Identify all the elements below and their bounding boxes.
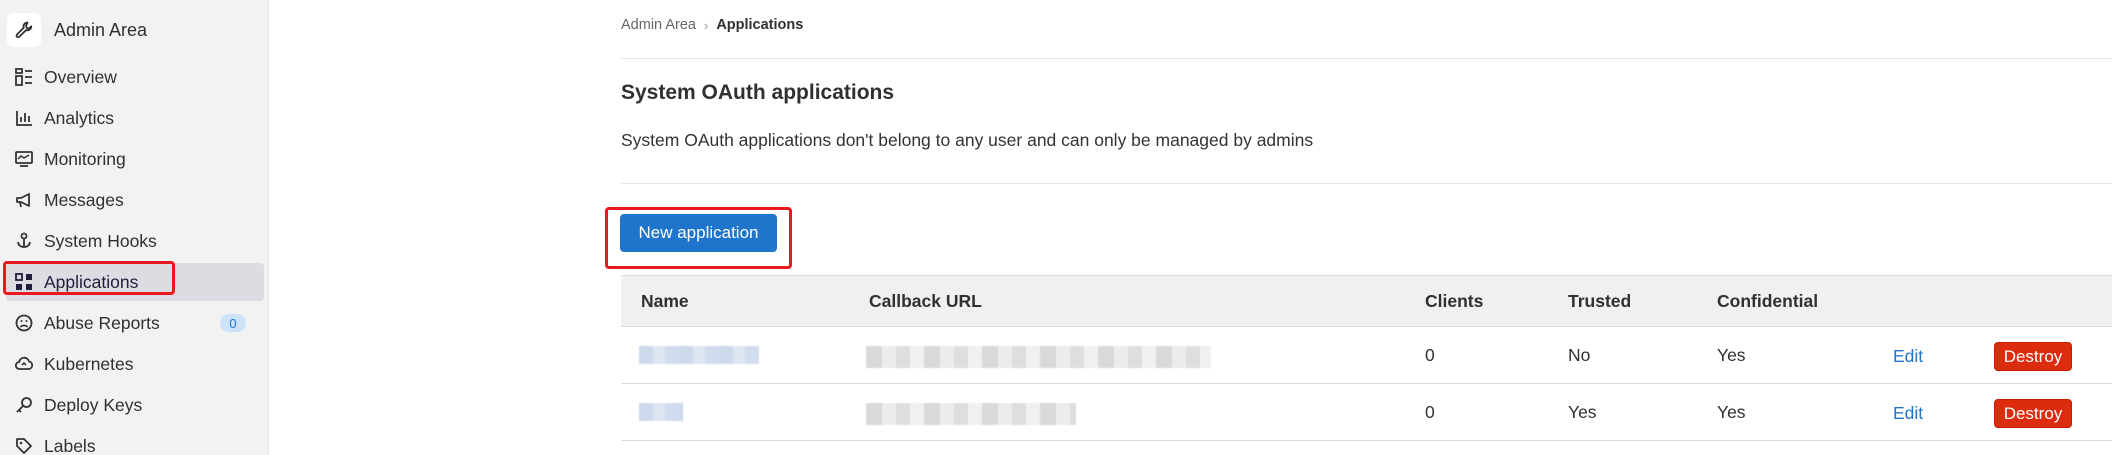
new-application-button[interactable]: New application	[620, 214, 777, 252]
breadcrumb-parent-link[interactable]: Admin Area	[621, 17, 696, 33]
sidebar-item-label: Applications	[44, 271, 139, 292]
sidebar-item-label: Monitoring	[44, 148, 126, 169]
sidebar-item-overview[interactable]: Overview	[6, 58, 264, 96]
abuse-icon	[14, 313, 34, 333]
edit-link[interactable]: Edit	[1893, 346, 1923, 367]
sidebar-item-label: Abuse Reports	[44, 312, 160, 333]
destroy-button[interactable]: Destroy	[1994, 399, 2072, 428]
megaphone-icon	[14, 190, 34, 210]
app-name-link[interactable]	[639, 346, 759, 364]
wrench-icon	[7, 13, 41, 47]
trusted-value: Yes	[1568, 402, 1597, 422]
sidebar-item-label: Labels	[44, 435, 96, 455]
sidebar-header[interactable]: Admin Area	[7, 10, 147, 50]
chevron-right-icon: ›	[703, 17, 709, 33]
confidential-value: Yes	[1717, 345, 1746, 365]
label-icon	[14, 436, 34, 455]
table-row: 0 No Yes Edit Destroy	[621, 327, 2112, 384]
callback-url	[866, 346, 1211, 368]
page-description: System OAuth applications don't belong t…	[621, 130, 1314, 150]
sidebar-title: Admin Area	[54, 19, 148, 40]
divider	[621, 183, 2112, 184]
table-header: Name Callback URL Clients Trusted Confid…	[621, 275, 2112, 327]
table-row: 0 Yes Yes Edit Destroy	[621, 384, 2112, 441]
sidebar-item-deploy-keys[interactable]: Deploy Keys	[6, 386, 264, 424]
key-icon	[14, 395, 34, 415]
column-header-name: Name	[641, 291, 689, 311]
sidebar-nav: Overview Analytics Monitoring Messages S…	[3, 58, 264, 455]
breadcrumb: Admin Area › Applications	[621, 17, 803, 33]
cloud-icon	[14, 354, 34, 374]
sidebar-item-applications[interactable]: Applications	[3, 261, 264, 301]
sidebar-item-label: Analytics	[44, 107, 115, 128]
sidebar-item-system-hooks[interactable]: System Hooks	[6, 222, 264, 260]
sidebar-item-abuse-reports[interactable]: Abuse Reports 0	[6, 304, 264, 342]
column-header-clients: Clients	[1425, 291, 1484, 311]
sidebar-item-label: Messages	[44, 189, 124, 210]
applications-table: Name Callback URL Clients Trusted Confid…	[621, 275, 2112, 441]
app-name-link[interactable]	[639, 403, 683, 421]
sidebar-item-analytics[interactable]: Analytics	[6, 99, 264, 137]
clients-count: 0	[1425, 402, 1435, 422]
column-header-confidential: Confidential	[1717, 291, 1819, 311]
callback-url	[866, 403, 1076, 425]
clients-count: 0	[1425, 345, 1435, 365]
sidebar-item-label: System Hooks	[44, 230, 157, 251]
destroy-button[interactable]: Destroy	[1994, 342, 2072, 371]
column-header-trusted: Trusted	[1568, 291, 1632, 311]
sidebar-item-messages[interactable]: Messages	[6, 181, 264, 219]
sidebar-item-label: Overview	[44, 66, 117, 87]
hook-icon	[14, 231, 34, 251]
breadcrumb-current: Applications	[716, 17, 804, 33]
main-content: Admin Area › Applications System OAuth a…	[270, 0, 2112, 455]
overview-icon	[14, 67, 34, 87]
trusted-value: No	[1568, 345, 1591, 365]
monitor-icon	[14, 149, 34, 169]
applications-icon	[14, 272, 34, 292]
analytics-icon	[14, 108, 34, 128]
confidential-value: Yes	[1717, 402, 1746, 422]
count-badge: 0	[220, 314, 246, 332]
sidebar-item-labels[interactable]: Labels	[6, 427, 264, 455]
edit-link[interactable]: Edit	[1893, 403, 1923, 424]
sidebar-item-label: Deploy Keys	[44, 394, 143, 415]
sidebar: Admin Area Overview Analytics Monitoring…	[0, 0, 269, 455]
sidebar-item-monitoring[interactable]: Monitoring	[6, 140, 264, 178]
column-header-callback-url: Callback URL	[869, 291, 982, 311]
sidebar-item-kubernetes[interactable]: Kubernetes	[6, 345, 264, 383]
page-title: System OAuth applications	[621, 81, 895, 104]
sidebar-item-label: Kubernetes	[44, 353, 134, 374]
divider	[621, 58, 2112, 59]
